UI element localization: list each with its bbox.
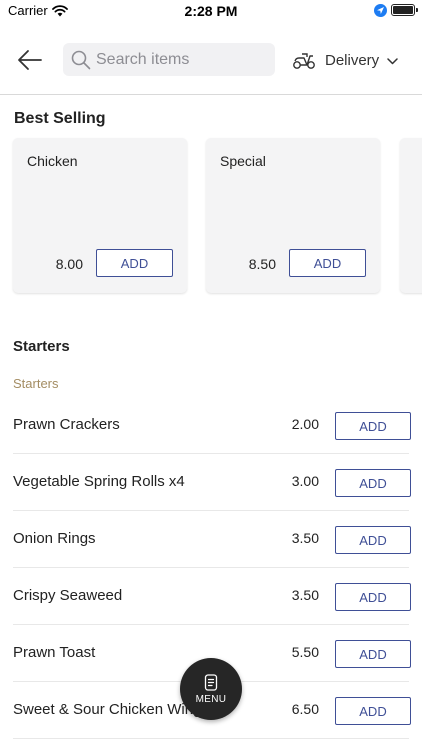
best-selling-card[interactable]: Chicken 8.00 ADD xyxy=(13,138,187,293)
arrow-left-icon xyxy=(18,50,42,70)
add-button[interactable]: ADD xyxy=(335,469,411,497)
best-selling-card[interactable]: Special 8.50 ADD xyxy=(206,138,380,293)
item-price: 2.00 xyxy=(291,416,319,432)
menu-button[interactable]: MENU xyxy=(180,658,242,720)
battery-icon xyxy=(391,4,418,16)
item-price: 3.50 xyxy=(291,530,319,546)
list-item[interactable]: Crispy Seaweed 3.50 ADD xyxy=(13,568,411,625)
add-button[interactable]: ADD xyxy=(335,412,411,440)
best-selling-title: Best Selling xyxy=(14,110,106,127)
scooter-icon xyxy=(293,53,315,69)
search-input[interactable] xyxy=(96,43,271,76)
add-button[interactable]: ADD xyxy=(335,640,411,668)
list-item[interactable]: Prawn Crackers 2.00 ADD xyxy=(13,397,411,454)
add-button[interactable]: ADD xyxy=(335,583,411,611)
menu-card-icon xyxy=(204,673,218,691)
best-selling-card-partial[interactable] xyxy=(400,138,422,293)
location-icon xyxy=(374,4,387,17)
status-bar: Carrier 2:28 PM xyxy=(0,0,422,22)
starters-title: Starters xyxy=(13,338,70,355)
order-type-label: Delivery xyxy=(325,51,380,69)
item-name: Vegetable Spring Rolls x4 xyxy=(13,473,185,490)
back-button[interactable] xyxy=(16,48,44,72)
item-name: Onion Rings xyxy=(13,530,96,547)
search-icon xyxy=(71,50,91,70)
product-price: 8.00 xyxy=(55,256,83,272)
list-item[interactable]: Onion Rings 3.50 ADD xyxy=(13,511,411,568)
chevron-down-icon xyxy=(387,57,398,64)
product-name: Special xyxy=(220,153,266,169)
add-button[interactable]: ADD xyxy=(96,249,173,277)
add-button[interactable]: ADD xyxy=(335,697,411,725)
subcategory-label: Starters xyxy=(13,376,59,391)
search-bar[interactable] xyxy=(63,43,275,76)
status-time: 2:28 PM xyxy=(184,3,238,19)
item-price: 6.50 xyxy=(291,701,319,717)
product-name: Chicken xyxy=(27,153,78,169)
item-name: Crispy Seaweed xyxy=(13,587,123,604)
add-button[interactable]: ADD xyxy=(289,249,366,277)
list-item[interactable]: Vegetable Spring Rolls x4 3.00 ADD xyxy=(13,454,411,511)
product-price: 8.50 xyxy=(248,256,276,272)
order-type-dropdown[interactable]: Delivery xyxy=(292,48,398,72)
item-name: Prawn Crackers xyxy=(13,416,120,433)
item-price: 3.50 xyxy=(291,587,319,603)
item-name: Sweet & Sour Chicken Wings xyxy=(13,701,209,718)
item-price: 3.00 xyxy=(291,473,319,489)
item-name: Prawn Toast xyxy=(13,644,96,661)
top-bar: Delivery xyxy=(0,22,422,95)
item-price: 5.50 xyxy=(291,644,319,660)
add-button[interactable]: ADD xyxy=(335,526,411,554)
menu-button-label: MENU xyxy=(195,693,227,705)
